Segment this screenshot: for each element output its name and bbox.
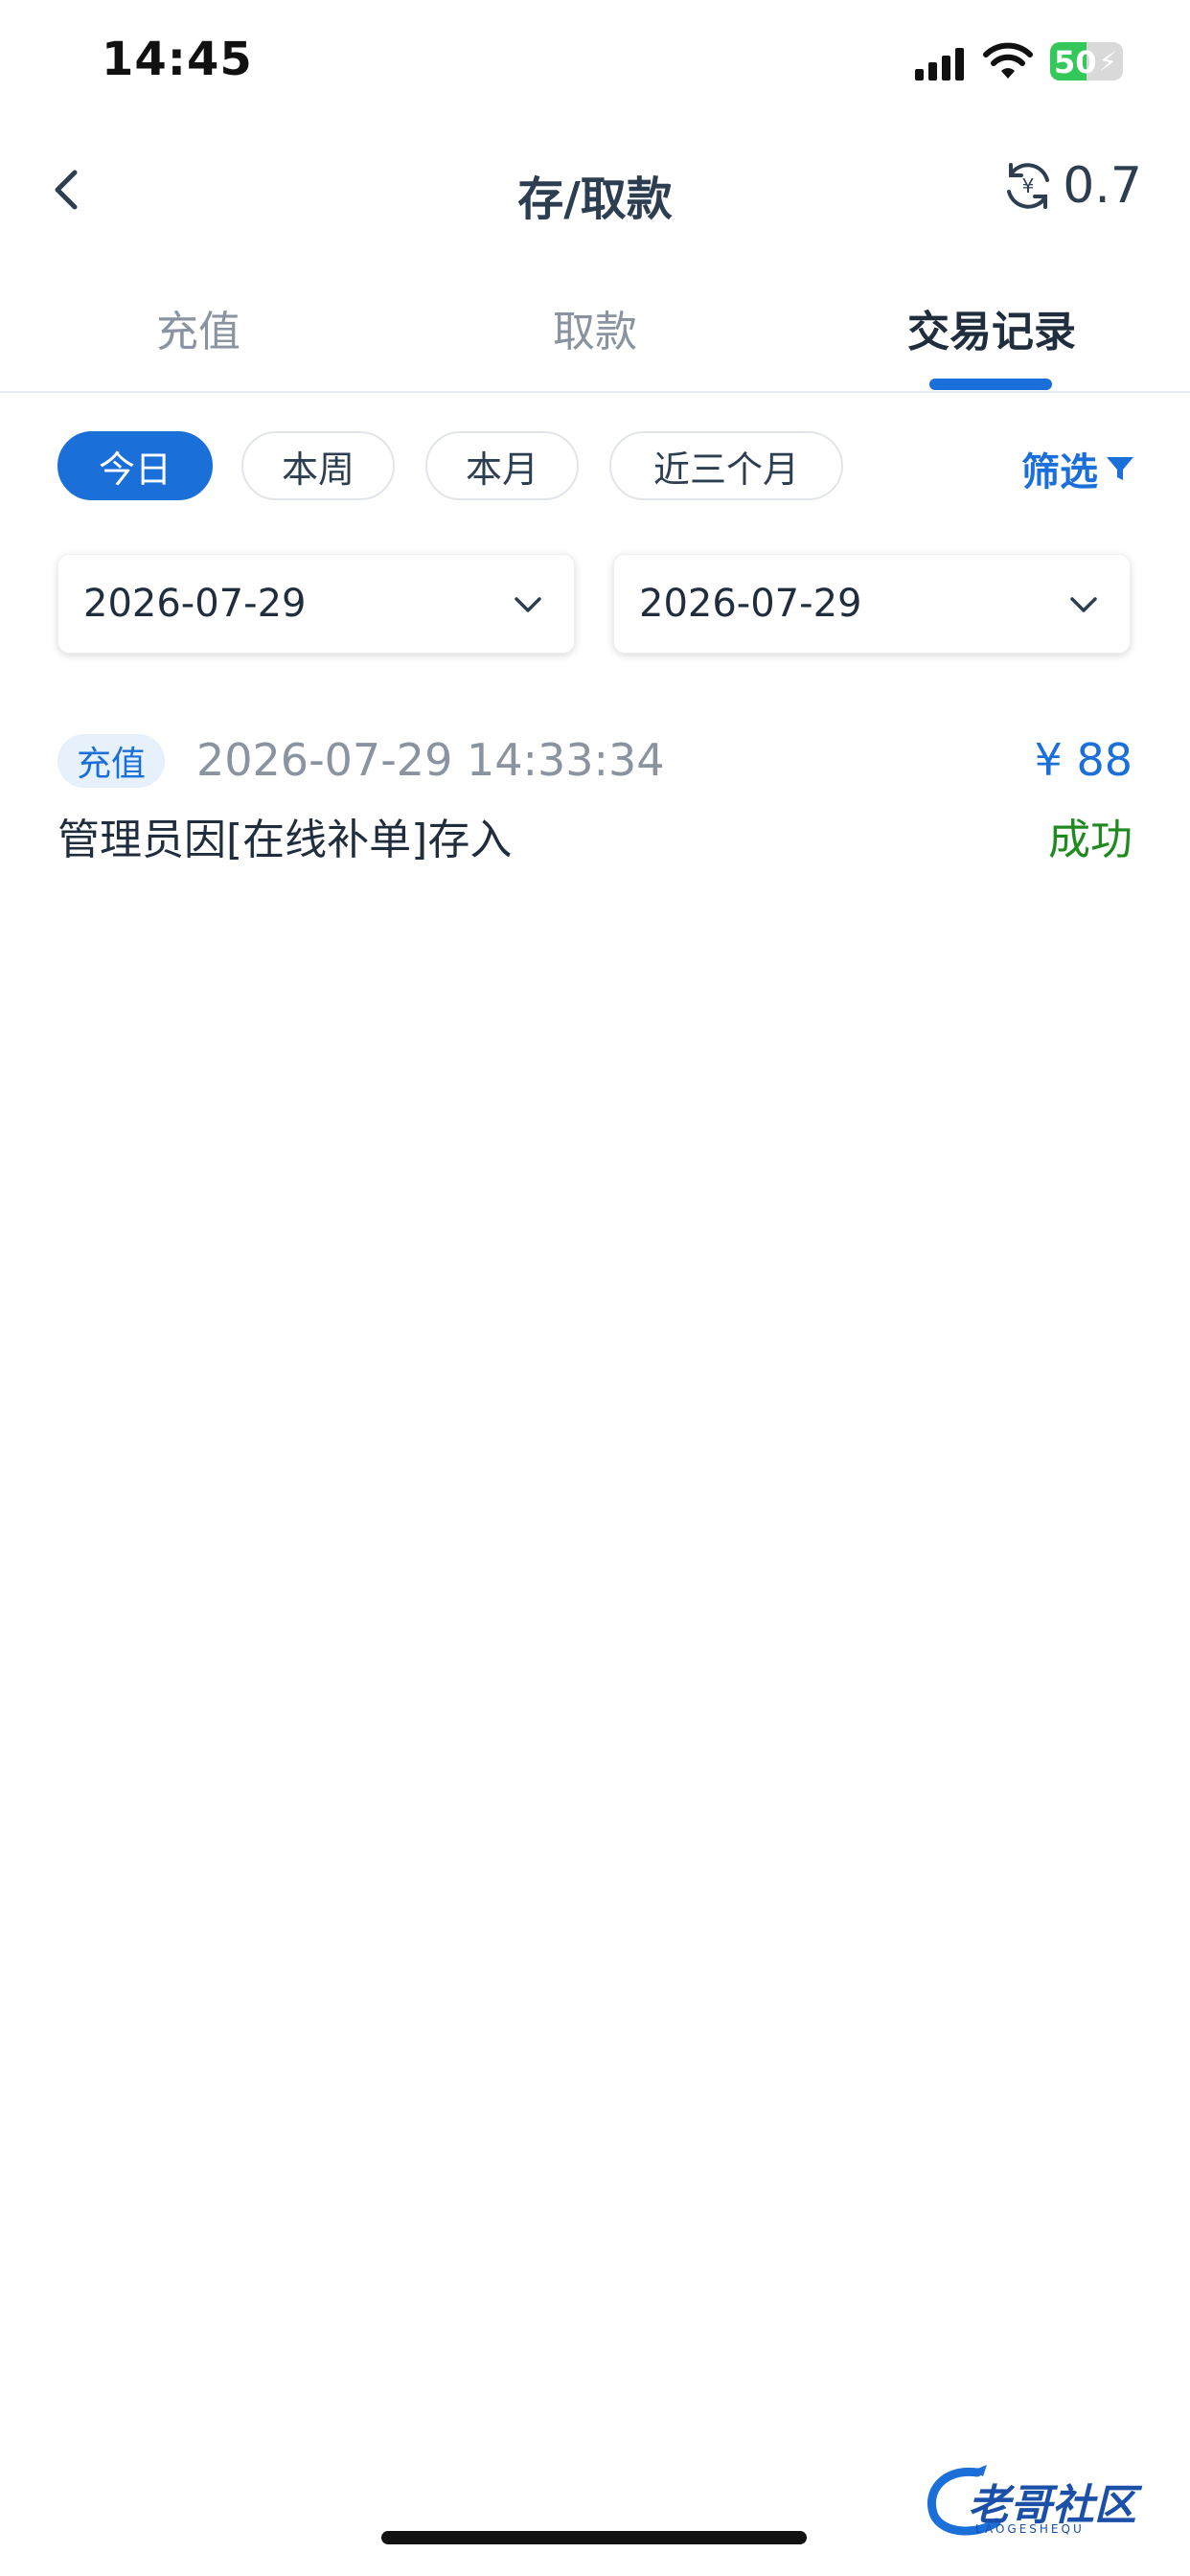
nav-bar: 存/取款 ¥ 0.7: [0, 144, 1190, 240]
chip-this-month[interactable]: 本月: [425, 431, 579, 500]
tab-transactions[interactable]: 交易记录: [793, 297, 1190, 358]
end-date-select[interactable]: 2026-07-29: [613, 554, 1131, 654]
chip-this-week[interactable]: 本周: [241, 431, 395, 500]
charging-bolt-icon: ⚡: [1098, 46, 1117, 78]
record-amount: ¥ 88: [1034, 734, 1133, 786]
wifi-icon: [983, 42, 1033, 79]
balance-value: 0.7: [1063, 157, 1142, 215]
cellular-signal-icon: [915, 48, 964, 80]
filter-button[interactable]: 筛选: [1021, 441, 1136, 496]
start-date-value: 2026-07-29: [83, 582, 307, 626]
tab-withdraw[interactable]: 取款: [397, 297, 793, 358]
yen-refresh-icon[interactable]: ¥: [1001, 159, 1055, 213]
period-filter-row: 今日 本周 本月 近三个月 筛选: [0, 431, 1190, 504]
filter-label: 筛选: [1021, 450, 1098, 494]
battery-icon: 50 ⚡: [1050, 42, 1123, 80]
battery-level: 50: [1054, 44, 1097, 80]
record-description: 管理员因[在线补单]存入: [57, 816, 513, 864]
watermark-logo: 老哥社区 LAOGESHEQU: [920, 2463, 1179, 2540]
chevron-down-icon: [1070, 597, 1097, 612]
funnel-icon: [1107, 457, 1133, 480]
chip-today[interactable]: 今日: [57, 431, 213, 500]
record-time: 2026-07-29 14:33:34: [196, 734, 665, 786]
tab-bar: 充值 取款 交易记录: [0, 268, 1190, 393]
chip-last-three-months[interactable]: 近三个月: [609, 431, 843, 500]
watermark-subtext: LAOGESHEQU: [975, 2522, 1085, 2536]
home-indicator[interactable]: [381, 2531, 807, 2544]
record-type-badge: 充值: [57, 734, 166, 788]
start-date-select[interactable]: 2026-07-29: [57, 554, 575, 654]
record-status: 成功: [1048, 816, 1133, 864]
active-tab-indicator: [929, 379, 1052, 390]
svg-text:¥: ¥: [1022, 174, 1035, 197]
transaction-record[interactable]: 充值 2026-07-29 14:33:34 ¥ 88 管理员因[在线补单]存入…: [57, 728, 1133, 872]
chevron-down-icon: [515, 597, 541, 612]
balance-refresh[interactable]: ¥ 0.7: [1001, 157, 1142, 215]
end-date-value: 2026-07-29: [639, 582, 862, 626]
status-time: 14:45: [102, 33, 253, 86]
status-bar: 14:45 50 ⚡: [0, 0, 1190, 134]
tab-recharge[interactable]: 充值: [0, 297, 397, 358]
